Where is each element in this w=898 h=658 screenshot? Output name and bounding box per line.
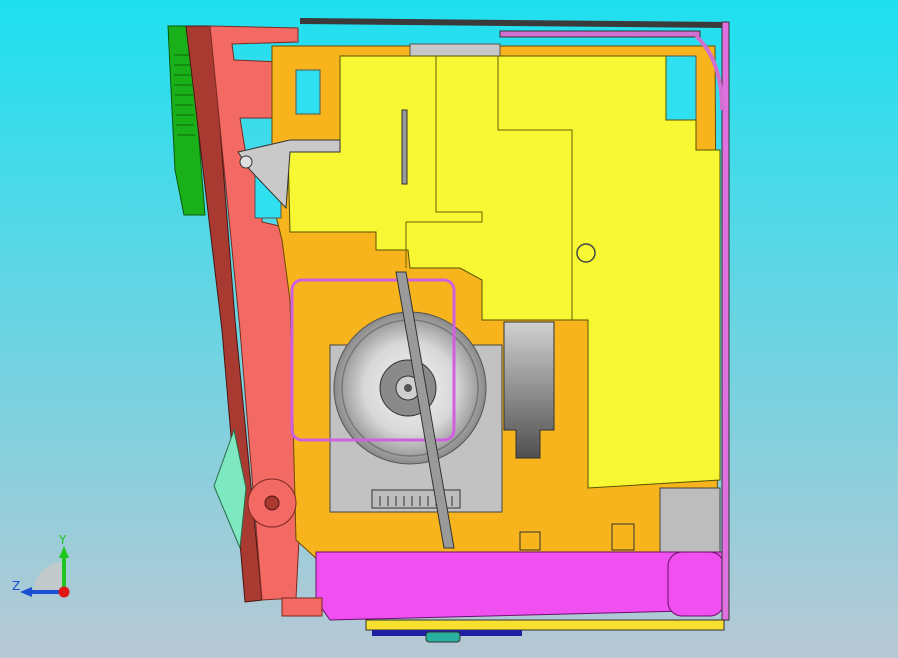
- right-frame-rail: [721, 21, 730, 621]
- chassis-window-top: [295, 69, 321, 115]
- magenta-tray: [315, 551, 725, 621]
- y-axis-head: [59, 546, 69, 558]
- roller-axle: [264, 495, 280, 511]
- x-axis-dot: [58, 586, 70, 598]
- chassis-window-bar: [409, 43, 501, 57]
- small-bracket-1: [611, 523, 635, 551]
- spindle-center: [404, 384, 412, 392]
- yellow-slot: [401, 109, 408, 185]
- y-axis-label: Y: [58, 534, 67, 547]
- bottom-rail-yellow: [365, 619, 725, 631]
- assembly-model[interactable]: [0, 0, 898, 658]
- hinge-pin: [239, 155, 253, 169]
- triad-base-quadrant: [34, 562, 64, 592]
- right-lower-block: [659, 487, 721, 553]
- cad-viewport[interactable]: Y Z: [0, 0, 898, 658]
- bottom-rail-teal: [425, 631, 461, 643]
- bottom-foot: [281, 597, 323, 617]
- small-bracket-2: [519, 531, 541, 551]
- tray-side-bump: [667, 551, 725, 617]
- axis-triad[interactable]: Y Z: [8, 534, 80, 606]
- z-axis-head: [20, 587, 32, 597]
- chassis-window-right: [665, 55, 697, 123]
- z-axis-label: Z: [12, 579, 20, 593]
- top-pink-strip: [499, 30, 701, 38]
